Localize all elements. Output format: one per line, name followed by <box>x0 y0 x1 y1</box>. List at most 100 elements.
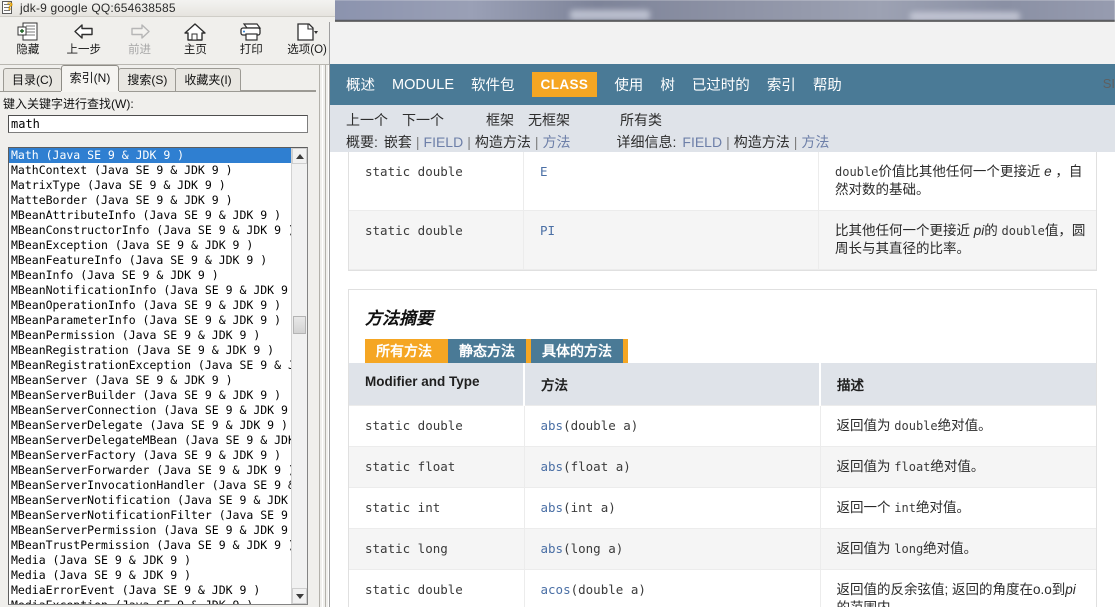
pane-splitter[interactable] <box>316 65 330 607</box>
field-description-cell: double价值比其他任何一个更接近 e ，自然对数的基础。 <box>819 152 1097 211</box>
toolbar-button-back[interactable]: 上一步 <box>56 17 112 63</box>
toolbar-button-forward: 前进 <box>112 17 168 63</box>
index-list-item[interactable]: MBeanServerDelegateMBean (Java SE 9 & JD… <box>9 433 291 448</box>
method-name: abs <box>541 418 564 433</box>
method-name-link[interactable]: abs(float a) <box>541 459 631 474</box>
index-list-item[interactable]: Math (Java SE 9 & JDK 9 ) <box>9 148 291 163</box>
tab-search[interactable]: 搜索(S) <box>118 68 176 91</box>
method-modifier-cell: static double <box>349 570 524 607</box>
field-modifier-cell: static double <box>349 152 524 211</box>
nav-item-tree[interactable]: 树 <box>660 74 675 95</box>
method-signature-cell: abs(float a) <box>524 447 820 488</box>
method-filter-tabs: 所有方法 静态方法 具体的方法 <box>349 339 1096 363</box>
method-name-link[interactable]: abs(int a) <box>541 500 616 515</box>
tab-favorites[interactable]: 收藏夹(I) <box>175 68 240 91</box>
nav-item-use[interactable]: 使用 <box>614 74 643 95</box>
toolbar-button-label: 隐藏 <box>16 44 39 57</box>
subnav-prev-link[interactable]: 上一个 <box>346 110 388 130</box>
toolbar-button-print[interactable]: 打印 <box>223 17 279 63</box>
nav-item-overview[interactable]: 概述 <box>346 74 375 95</box>
detail-item-constructor[interactable]: 构造方法 <box>734 132 790 152</box>
index-list-item[interactable]: MBeanException (Java SE 9 & JDK 9 ) <box>9 238 291 253</box>
detail-item-field[interactable]: FIELD <box>682 134 722 150</box>
index-list-item[interactable]: MatrixType (Java SE 9 & JDK 9 ) <box>9 178 291 193</box>
scroll-up-arrow-icon[interactable] <box>292 148 307 164</box>
subnav-noframes-link[interactable]: 无框架 <box>528 110 570 130</box>
row-description: 返回值的反余弦值; 返回的角度在o.o到pi的范围内。 <box>837 581 1087 607</box>
index-list-item[interactable]: MatteBorder (Java SE 9 & JDK 9 ) <box>9 193 291 208</box>
index-list-item[interactable]: MBeanServerPermission (Java SE 9 & JDK 9… <box>9 523 291 538</box>
index-list-item[interactable]: MBeanServerForwarder (Java SE 9 & JDK 9 … <box>9 463 291 478</box>
window-titlebar: ? jdk-9 google QQ:654638585 <box>0 0 335 17</box>
tab-contents[interactable]: 目录(C) <box>3 68 62 91</box>
index-list-item[interactable]: MBeanServerConnection (Java SE 9 & JDK 9… <box>9 403 291 418</box>
summary-item-method[interactable]: 方法 <box>543 132 571 152</box>
index-list-item[interactable]: MBeanServerFactory (Java SE 9 & JDK 9 ) <box>9 448 291 463</box>
nav-item-module[interactable]: MODULE <box>392 77 454 93</box>
desktop-backdrop <box>330 0 1115 22</box>
tab-index[interactable]: 索引(N) <box>61 65 120 91</box>
index-listbox[interactable]: Math (Java SE 9 & JDK 9 )MathContext (Ja… <box>8 147 308 605</box>
scroll-down-arrow-icon[interactable] <box>292 588 307 604</box>
field-name-link[interactable]: PI <box>540 223 555 238</box>
method-tab-all[interactable]: 所有方法 <box>365 339 443 363</box>
index-list-item[interactable]: MediaErrorEvent (Java SE 9 & JDK 9 ) <box>9 583 291 598</box>
summary-item-nested[interactable]: 嵌套 <box>384 132 412 152</box>
index-list-item[interactable]: MBeanRegistration (Java SE 9 & JDK 9 ) <box>9 343 291 358</box>
summary-item-constructor[interactable]: 构造方法 <box>475 132 531 152</box>
scrollbar-thumb[interactable] <box>293 316 306 334</box>
forward-arrow-icon <box>128 20 152 44</box>
index-list-item[interactable]: MBeanOperationInfo (Java SE 9 & JDK 9 ) <box>9 298 291 313</box>
index-list-item[interactable]: MBeanFeatureInfo (Java SE 9 & JDK 9 ) <box>9 253 291 268</box>
subnav-next-link[interactable]: 下一个 <box>402 110 444 130</box>
toolbar-button-label: 上一步 <box>66 44 101 57</box>
index-list-item[interactable]: MBeanTrustPermission (Java SE 9 & JDK 9 … <box>9 538 291 553</box>
field-name-link[interactable]: E <box>540 164 548 179</box>
method-tab-concrete[interactable]: 具体的方法 <box>531 339 623 363</box>
method-name-link[interactable]: abs(long a) <box>541 541 624 556</box>
index-list-item[interactable]: MathContext (Java SE 9 & JDK 9 ) <box>9 163 291 178</box>
index-list-item[interactable]: MBeanRegistrationException (Java SE 9 & … <box>9 358 291 373</box>
index-list-scrollbar[interactable] <box>291 148 307 604</box>
subnav-all-classes-link[interactable]: 所有类 <box>620 110 662 130</box>
help-document-icon: ? <box>2 1 16 15</box>
method-tab-static[interactable]: 静态方法 <box>448 339 526 363</box>
index-list-item[interactable]: MBeanNotificationInfo (Java SE 9 & JDK 9… <box>9 283 291 298</box>
nav-item-class[interactable]: CLASS <box>532 72 598 97</box>
method-modifier: static float <box>365 459 455 474</box>
index-list-item[interactable]: MBeanServerInvocationHandler (Java SE 9 … <box>9 478 291 493</box>
method-name-link[interactable]: acos(double a) <box>541 582 646 597</box>
nav-item-index[interactable]: 索引 <box>767 74 796 95</box>
index-list-item[interactable]: MBeanServer (Java SE 9 & JDK 9 ) <box>9 373 291 388</box>
toolbar-button-home[interactable]: 主页 <box>167 17 223 63</box>
toolbar-button-options[interactable]: 选项(O) <box>279 17 335 63</box>
keyword-search-input[interactable]: math <box>8 115 308 133</box>
index-list-item[interactable]: MBeanServerBuilder (Java SE 9 & JDK 9 ) <box>9 388 291 403</box>
summary-item-field[interactable]: FIELD <box>424 134 464 150</box>
nav-item-deprecated[interactable]: 已过时的 <box>692 74 750 95</box>
toolbar-button-hide[interactable]: 隐藏 <box>0 17 56 63</box>
javadoc-navbar: 概述 MODULE 软件包 CLASS 使用 树 已过时的 索引 帮助 SI <box>330 64 1115 105</box>
index-list-item[interactable]: MBeanConstructorInfo (Java SE 9 & JDK 9 … <box>9 223 291 238</box>
subnav-frames-link[interactable]: 框架 <box>486 110 514 130</box>
method-params: (long a) <box>563 541 623 556</box>
index-list-item[interactable]: Media (Java SE 9 & JDK 9 ) <box>9 568 291 583</box>
nav-item-help[interactable]: 帮助 <box>813 74 842 95</box>
index-list-item[interactable]: MBeanServerNotification (Java SE 9 & JDK… <box>9 493 291 508</box>
index-list-item[interactable]: MBeanPermission (Java SE 9 & JDK 9 ) <box>9 328 291 343</box>
nav-item-package[interactable]: 软件包 <box>471 74 515 95</box>
detail-item-method[interactable]: 方法 <box>801 132 829 152</box>
method-name-link[interactable]: abs(double a) <box>541 418 639 433</box>
field-modifier: static double <box>365 223 463 238</box>
index-list-item[interactable]: MBeanParameterInfo (Java SE 9 & JDK 9 ) <box>9 313 291 328</box>
index-list-item[interactable]: MBeanServerNotificationFilter (Java SE 9… <box>9 508 291 523</box>
skip-navigation-link[interactable]: SI <box>1103 76 1115 91</box>
index-list-item[interactable]: MediaException (Java SE 9 & JDK 9 ) <box>9 598 291 604</box>
doc-top-strip <box>330 22 1115 64</box>
method-signature-cell: abs(int a) <box>524 488 820 529</box>
row-description: 返回值为 long绝对值。 <box>837 540 1087 558</box>
index-list-item[interactable]: MBeanAttributeInfo (Java SE 9 & JDK 9 ) <box>9 208 291 223</box>
index-list-item[interactable]: MBeanServerDelegate (Java SE 9 & JDK 9 ) <box>9 418 291 433</box>
index-list-item[interactable]: MBeanInfo (Java SE 9 & JDK 9 ) <box>9 268 291 283</box>
index-list-item[interactable]: Media (Java SE 9 & JDK 9 ) <box>9 553 291 568</box>
